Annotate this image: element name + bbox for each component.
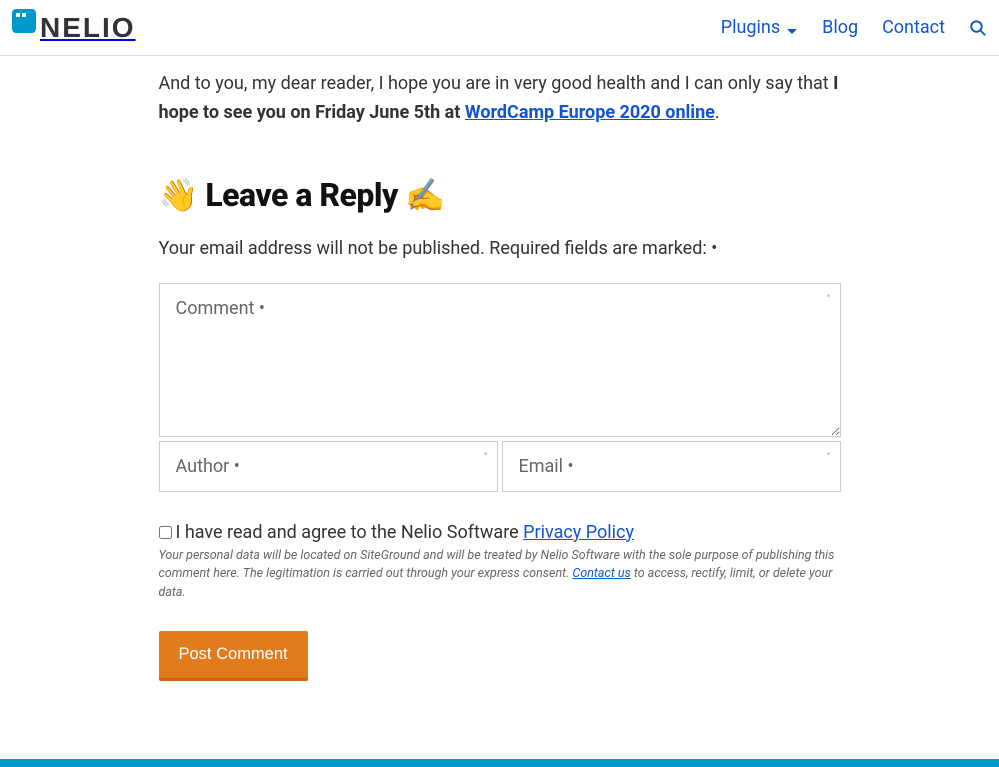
comment-field-wrap: • (159, 283, 841, 437)
nav-blog[interactable]: Blog (822, 17, 858, 38)
main-content: And to you, my dear reader, I hope you a… (159, 56, 841, 738)
nav-plugins[interactable]: Plugins (721, 17, 798, 38)
wordcamp-link[interactable]: WordCamp Europe 2020 online (465, 102, 715, 123)
search-icon (969, 19, 987, 37)
privacy-consent-row: I have read and agree to the Nelio Softw… (159, 522, 841, 543)
intro-text-post: . (715, 102, 720, 123)
logo-text: NELIO (40, 12, 136, 44)
consent-text: I have read and agree to the Nelio Softw… (176, 522, 524, 543)
comment-textarea[interactable] (159, 283, 841, 437)
logo-link[interactable]: NELIO (12, 12, 136, 44)
nav-plugins-label: Plugins (721, 17, 780, 38)
leave-reply-heading: 👋 Leave a Reply ✍ (159, 176, 841, 214)
intro-text-pre: And to you, my dear reader, I hope you a… (159, 73, 834, 94)
footer-accent-bar (0, 759, 999, 767)
top-nav: Plugins Blog Contact (721, 17, 987, 38)
post-comment-button[interactable]: Post Comment (159, 631, 308, 678)
author-input[interactable] (159, 441, 498, 492)
article-closing-paragraph: And to you, my dear reader, I hope you a… (159, 70, 841, 128)
privacy-policy-link[interactable]: Privacy Policy (523, 522, 634, 543)
required-dot-icon: • (826, 289, 830, 303)
author-field-wrap: • (159, 441, 498, 492)
reply-required-note: Your email address will not be published… (159, 238, 841, 259)
required-dot-icon: • (483, 447, 487, 461)
email-field-wrap: • (502, 441, 841, 492)
chevron-down-icon (786, 22, 798, 34)
contact-us-link[interactable]: Contact us (572, 566, 630, 581)
logo-icon (12, 9, 36, 33)
required-dot-icon: • (826, 447, 830, 461)
search-button[interactable] (969, 19, 987, 37)
email-input[interactable] (502, 441, 841, 492)
nav-contact[interactable]: Contact (882, 17, 945, 38)
author-email-row: • • (159, 441, 841, 492)
privacy-consent-checkbox[interactable] (159, 526, 172, 539)
privacy-details-note: Your personal data will be located on Si… (159, 547, 841, 603)
site-header: NELIO Plugins Blog Contact (0, 0, 999, 56)
